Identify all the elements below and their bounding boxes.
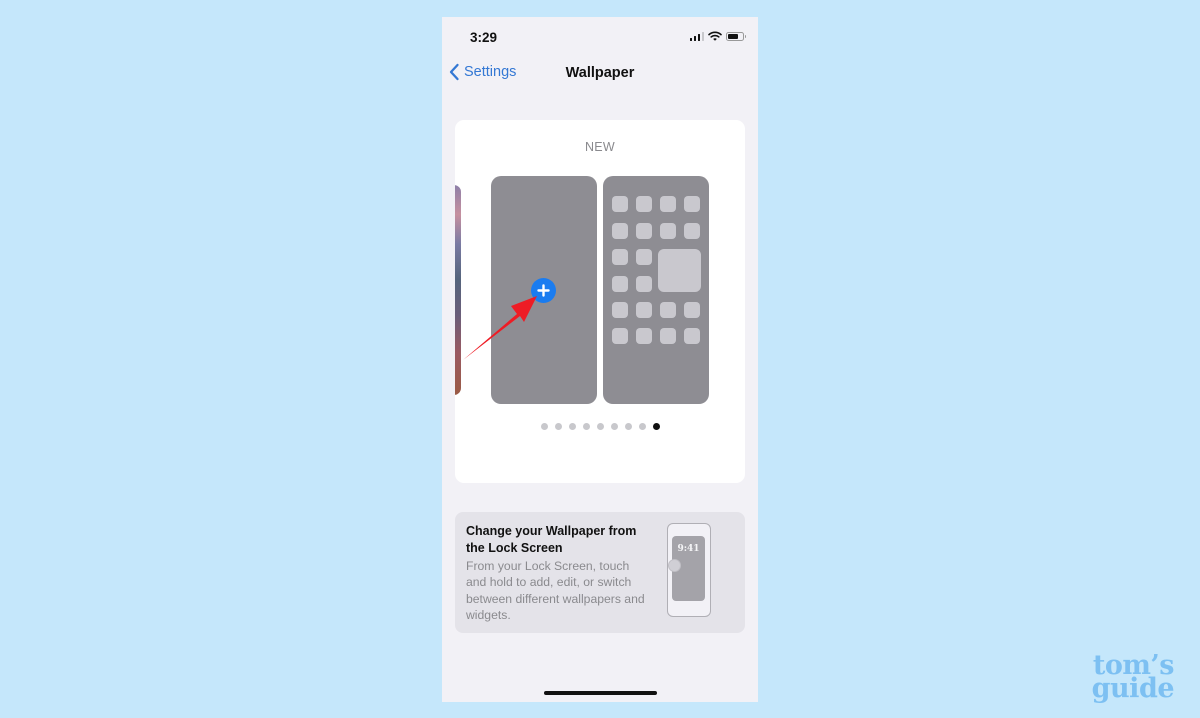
battery-icon <box>726 31 746 41</box>
lock-screen-preview[interactable] <box>491 176 597 404</box>
app-icon-placeholder <box>612 328 628 344</box>
toms-guide-logo: tom’s guide <box>1070 652 1175 704</box>
home-screen-preview[interactable] <box>603 176 709 404</box>
app-icon-placeholder <box>660 223 676 239</box>
app-icon-placeholder <box>612 249 628 265</box>
page-dot[interactable] <box>624 423 632 430</box>
status-bar: 3:29 <box>442 17 758 57</box>
page-dot[interactable] <box>638 423 646 430</box>
app-icon-placeholder <box>684 328 700 344</box>
back-button[interactable]: Settings <box>448 63 516 81</box>
page-dot[interactable] <box>568 423 576 430</box>
app-icon-placeholder <box>612 196 628 212</box>
home-indicator[interactable] <box>544 691 657 695</box>
app-icon-placeholder <box>612 302 628 318</box>
widget-placeholder <box>658 249 701 292</box>
page-dot[interactable] <box>554 423 562 430</box>
tip-body: From your Lock Screen, touch and hold to… <box>466 559 645 622</box>
lock-screen-illustration: 9:41 <box>667 523 711 617</box>
status-time: 3:29 <box>470 30 498 45</box>
plus-icon <box>537 284 550 297</box>
back-button-label: Settings <box>464 64 517 80</box>
illustration-touch-point <box>668 559 681 572</box>
app-icon-placeholder <box>636 302 652 318</box>
navigation-bar: Settings Wallpaper <box>442 57 758 91</box>
app-icon-placeholder <box>612 223 628 239</box>
app-icon-placeholder <box>636 249 652 265</box>
app-icon-placeholder <box>636 196 652 212</box>
page-dot[interactable] <box>610 423 618 430</box>
add-wallpaper-button[interactable] <box>531 278 556 303</box>
chevron-left-icon <box>449 63 459 81</box>
page-dot-active[interactable] <box>652 423 660 430</box>
app-icon-placeholder <box>636 223 652 239</box>
page-dot[interactable] <box>582 423 590 430</box>
phone-screen: 3:29 Settings Wallpaper NEW Change your … <box>442 17 758 702</box>
app-icon-placeholder <box>636 328 652 344</box>
illustration-time: 9:41 <box>677 544 700 554</box>
app-icon-placeholder <box>612 276 628 292</box>
wifi-icon <box>708 31 722 41</box>
previous-wallpaper-preview[interactable] <box>455 185 461 395</box>
new-wallpaper-label: NEW <box>584 140 616 154</box>
logo-line-2: guide <box>1091 673 1175 704</box>
app-icon-placeholder <box>660 302 676 318</box>
status-icons <box>689 31 746 41</box>
lock-screen-tip-card: Change your Wallpaper from the Lock Scre… <box>455 512 745 633</box>
page-dot[interactable] <box>540 423 548 430</box>
app-icon-placeholder <box>660 196 676 212</box>
page-indicator[interactable] <box>455 423 745 430</box>
app-icon-placeholder <box>684 223 700 239</box>
app-icon-placeholder <box>684 196 700 212</box>
app-icon-placeholder <box>684 302 700 318</box>
app-icon-placeholder <box>660 328 676 344</box>
page-dot[interactable] <box>596 423 604 430</box>
app-icon-placeholder <box>636 276 652 292</box>
wallpaper-carousel-card: NEW <box>455 120 745 483</box>
cellular-signal-icon <box>689 31 704 41</box>
tip-title: Change your Wallpaper from the Lock Scre… <box>466 524 637 555</box>
